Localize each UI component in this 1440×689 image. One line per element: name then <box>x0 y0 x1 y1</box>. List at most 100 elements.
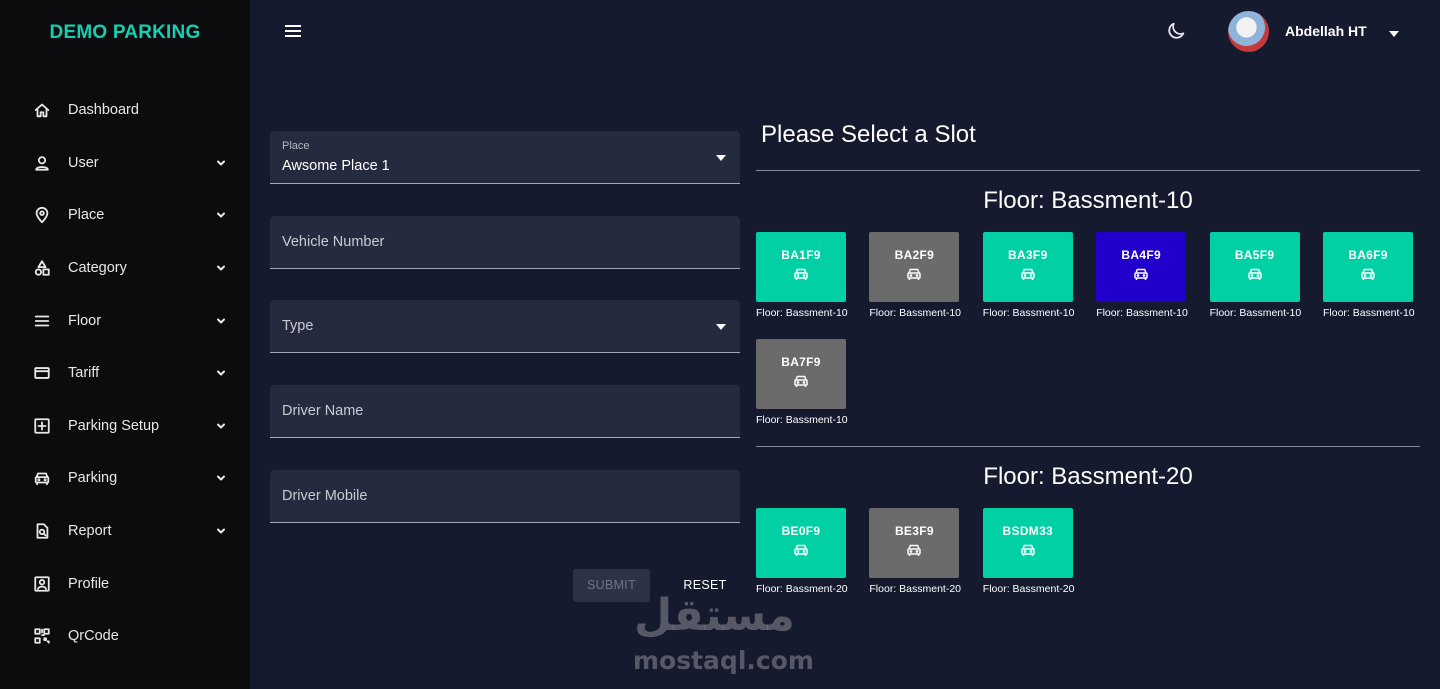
home-icon <box>32 100 52 120</box>
slot-floor-label: Floor: Bassment-10 <box>756 414 848 426</box>
sidebar-item-label: Category <box>68 260 127 277</box>
parking-slot[interactable]: BA1F9 Floor: Bassment-10 <box>756 232 852 332</box>
report-icon <box>32 521 52 541</box>
parking-slot[interactable]: BA3F9 Floor: Bassment-10 <box>982 232 1079 332</box>
chevron-down-icon <box>214 524 228 538</box>
chevron-down-icon <box>214 314 228 328</box>
user-name[interactable]: Abdellah HT <box>1285 23 1367 39</box>
car-icon <box>1020 543 1036 562</box>
watermark-text: mostaql.com <box>633 646 814 675</box>
divider <box>756 170 1420 171</box>
parking-slot[interactable]: BA6F9 Floor: Bassment-10 <box>1323 232 1419 332</box>
parking-slot[interactable]: BE3F9 Floor: Bassment-20 <box>869 508 965 608</box>
slot-code: BA6F9 <box>1348 248 1388 262</box>
sidebar-item-parking[interactable]: Parking <box>0 452 250 505</box>
parking-slot[interactable]: BA7F9 Floor: Bassment-10 <box>756 339 852 439</box>
driver-mobile-placeholder: Driver Mobile <box>282 488 368 504</box>
divider <box>756 446 1420 447</box>
parking-slot[interactable]: BA4F9 Floor: Bassment-10 <box>1096 232 1192 332</box>
sidebar-item-place[interactable]: Place <box>0 189 250 242</box>
vehicle-number-field[interactable]: Vehicle Number <box>270 216 740 269</box>
menu-icon[interactable] <box>283 21 303 41</box>
driver-name-field[interactable]: Driver Name <box>270 385 740 438</box>
credit-card-icon <box>32 363 52 383</box>
slot-floor-label: Floor: Bassment-10 <box>756 307 848 319</box>
slot-panel-title: Please Select a Slot <box>761 121 976 148</box>
floor-title: Floor: Bassment-10 <box>983 187 1193 214</box>
brand-logo[interactable]: DEMO PARKING <box>0 22 250 44</box>
sidebar-item-floor[interactable]: Floor <box>0 294 250 347</box>
caret-down-icon[interactable] <box>1388 26 1400 37</box>
sidebar-item-label: Place <box>68 207 105 224</box>
sidebar-item-category[interactable]: Category <box>0 242 250 295</box>
sidebar-nav: Dashboard User Place Category Floor Tariff Par… <box>0 84 250 663</box>
slot-tile[interactable]: BE0F9 <box>756 508 846 578</box>
driver-name-placeholder: Driver Name <box>282 403 364 419</box>
slot-tile[interactable]: BA6F9 <box>1323 232 1413 302</box>
user-icon <box>32 153 52 173</box>
sidebar-item-report[interactable]: Report <box>0 505 250 558</box>
sidebar-item-label: Profile <box>68 575 110 592</box>
slot-tile[interactable]: BA7F9 <box>756 339 846 409</box>
sidebar-item-tariff[interactable]: Tariff <box>0 347 250 400</box>
sidebar-item-dashboard[interactable]: Dashboard <box>0 84 250 137</box>
slot-floor-label: Floor: Bassment-10 <box>1209 307 1302 319</box>
car-icon <box>1133 267 1149 286</box>
place-select[interactable]: Place Awsome Place 1 <box>270 131 740 184</box>
slot-tile[interactable]: BA2F9 <box>869 232 960 302</box>
qrcode-icon <box>32 626 52 646</box>
car-icon <box>32 468 52 488</box>
sidebar-item-label: Report <box>68 523 112 540</box>
driver-mobile-field[interactable]: Driver Mobile <box>270 470 740 523</box>
sidebar-item-profile[interactable]: Profile <box>0 557 250 610</box>
slot-tile[interactable]: BA1F9 <box>756 232 846 302</box>
slot-code: BA7F9 <box>781 355 821 369</box>
car-icon <box>906 543 922 562</box>
slot-tile[interactable]: BA3F9 <box>982 232 1073 302</box>
sidebar-item-parking-setup[interactable]: Parking Setup <box>0 400 250 453</box>
slot-code: BA3F9 <box>1008 248 1048 262</box>
dark-mode-moon-icon[interactable] <box>1165 20 1187 42</box>
slot-code: BA2F9 <box>894 248 935 262</box>
slot-code: BE3F9 <box>894 524 934 538</box>
type-select[interactable]: Type <box>270 300 740 353</box>
slot-tile[interactable]: BE3F9 <box>869 508 960 578</box>
sidebar-item-qrcode[interactable]: QrCode <box>0 610 250 663</box>
car-icon <box>906 267 922 286</box>
slot-floor-label: Floor: Bassment-10 <box>869 307 962 319</box>
slot-floor-label: Floor: Bassment-10 <box>1096 307 1188 319</box>
car-icon <box>793 267 809 286</box>
slot-floor-label: Floor: Bassment-20 <box>982 583 1075 595</box>
place-label: Place <box>282 140 310 152</box>
sidebar-item-label: Tariff <box>68 365 100 382</box>
profile-icon <box>32 574 52 594</box>
slot-tile[interactable]: BA4F9 <box>1096 232 1187 302</box>
slot-floor-label: Floor: Bassment-20 <box>869 583 962 595</box>
slot-code: BA4F9 <box>1121 248 1161 262</box>
vehicle-number-placeholder: Vehicle Number <box>282 234 385 250</box>
chevron-down-icon <box>214 471 228 485</box>
chevron-down-icon <box>214 156 228 170</box>
slot-floor-label: Floor: Bassment-10 <box>982 307 1075 319</box>
plus-box-icon <box>32 416 52 436</box>
slot-code: BE0F9 <box>781 524 821 538</box>
car-icon <box>1247 267 1263 286</box>
sidebar-item-label: Dashboard <box>68 102 139 119</box>
slot-floor-label: Floor: Bassment-10 <box>1323 307 1415 319</box>
parking-slot[interactable]: BSDM33 Floor: Bassment-20 <box>982 508 1079 608</box>
watermark-logo: مستقل <box>634 590 795 641</box>
car-icon <box>793 374 809 393</box>
sidebar: DEMO PARKING Dashboard User Place Category F… <box>0 0 250 689</box>
avatar[interactable] <box>1228 11 1269 52</box>
sidebar-item-label: Parking <box>68 470 118 487</box>
sidebar-item-user[interactable]: User <box>0 137 250 190</box>
slot-tile[interactable]: BSDM33 <box>982 508 1073 578</box>
slot-tile[interactable]: BA5F9 <box>1209 232 1300 302</box>
parking-slot[interactable]: BA2F9 Floor: Bassment-10 <box>869 232 965 332</box>
parking-slot[interactable]: BA5F9 Floor: Bassment-10 <box>1209 232 1306 332</box>
type-placeholder: Type <box>282 318 314 334</box>
slot-code: BA1F9 <box>781 248 821 262</box>
slot-code: BA5F9 <box>1234 248 1275 262</box>
car-icon <box>1020 267 1036 286</box>
car-icon <box>793 543 809 562</box>
